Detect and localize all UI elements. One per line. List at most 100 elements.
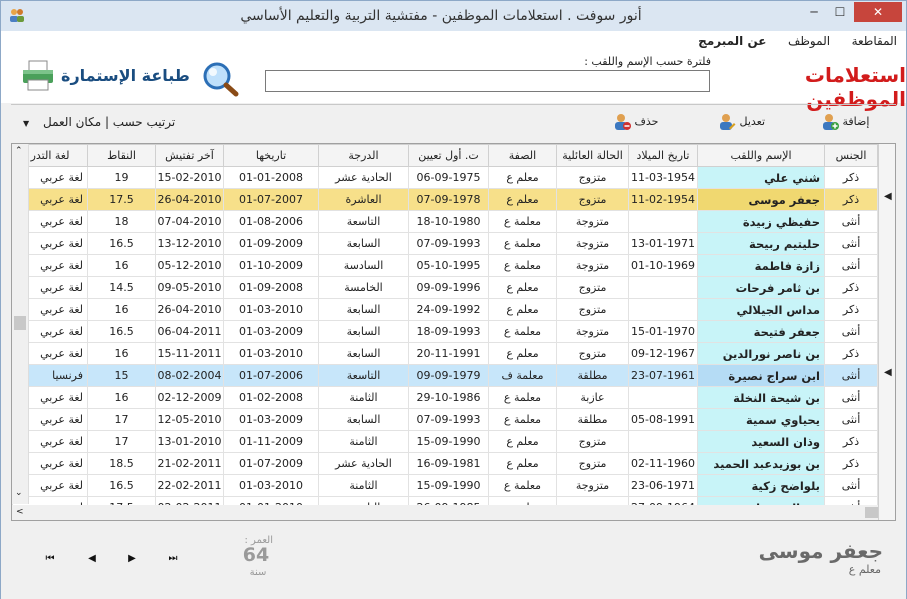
table-cell: معلم ع	[488, 342, 557, 365]
table-cell: معلمة ع	[488, 210, 557, 233]
previous-record-button[interactable]: ◀	[85, 553, 99, 565]
table-row[interactable]: ذكر بن ناصر نورالدين 09-12-1967 متزوج معلم ع…	[12, 342, 878, 365]
edit-button[interactable]: تعديل	[718, 113, 765, 135]
table-cell: التاسعة	[318, 364, 409, 387]
row-header-column: ◀ ◀	[878, 144, 895, 520]
column-header[interactable]: الصفة	[488, 144, 557, 167]
table-cell	[628, 276, 698, 299]
table-cell: 09-09-1996	[408, 276, 489, 299]
table-cell: العاشرة	[318, 188, 409, 211]
table-row[interactable]: أنثى زازة فاطمة 01-10-1969 متزوجة معلمة ع 05-…	[12, 254, 878, 277]
first-record-button[interactable]: ⏮	[43, 553, 57, 565]
table-cell: معلمة ع	[488, 408, 557, 431]
scroll-down-icon: ⌄	[15, 488, 23, 498]
last-icon: ⏭	[168, 553, 178, 564]
column-header[interactable]: الدرجة	[318, 144, 409, 167]
menu-district[interactable]: المقاطعة	[843, 31, 906, 51]
close-button[interactable]: ✕	[854, 2, 902, 22]
add-button[interactable]: إضافة	[821, 113, 869, 135]
table-cell: 18.5	[87, 452, 156, 475]
table-cell: معلم ع	[488, 430, 557, 453]
column-header[interactable]: النقاط	[87, 144, 156, 167]
column-header[interactable]: ت. أول تعيين	[408, 144, 489, 167]
filter-label: فلترة حسب الإسم واللقب :	[584, 55, 711, 68]
table-cell: 07-09-1993	[408, 232, 489, 255]
menu-employee[interactable]: الموظف	[779, 31, 839, 51]
table-cell: 01-03-2010	[223, 342, 319, 365]
table-row[interactable]: أنثى جعفر فتيحة 15-01-1970 متزوجة معلمة ع 18-…	[12, 320, 878, 343]
table-cell: متزوج	[556, 166, 629, 189]
table-row[interactable]: ذكر بن ثامر فرحات متزوج معلم ع 09-09-1996 الخ…	[12, 276, 878, 299]
row-marker-icon: ◀	[884, 367, 892, 378]
table-row[interactable]: أنثى بن شيحة النخلة عازبة معلمة ع 29-10-1986…	[12, 386, 878, 409]
horizontal-scrollbar[interactable]: <	[12, 505, 895, 520]
current-employee-title: معلم ع	[848, 563, 881, 576]
table-cell: 01-08-2006	[223, 210, 319, 233]
print-form-button[interactable]: طباعة الإستمارة	[21, 60, 196, 92]
table-cell: 07-09-1978	[408, 188, 489, 211]
table-cell: أنثى	[824, 474, 878, 497]
table-cell: معلمة ع	[488, 254, 557, 277]
table-row[interactable]: أنثى حليتيم ربيحة 13-01-1971 متزوجة معلمة ع0…	[12, 232, 878, 255]
table-cell: 15	[87, 364, 156, 387]
table-cell: 16	[87, 254, 156, 277]
table-cell: معلم ع	[488, 298, 557, 321]
table-row[interactable]: أنثى حفيظي زبيدة متزوجة معلمة ع 18-10-1980 ال…	[12, 210, 878, 233]
table-cell: معلمة ف	[488, 364, 557, 387]
table-row[interactable]: ذكر بن بوزيدعبد الحميد 02-11-1960 متزوج معلم…	[12, 452, 878, 475]
table-cell: 18	[87, 210, 156, 233]
table-cell: الحادية عشر	[318, 166, 409, 189]
minimize-button[interactable]: ─	[801, 2, 827, 22]
next-record-button[interactable]: ▶	[125, 553, 139, 565]
column-header[interactable]: تاريخ الميلاد	[628, 144, 698, 167]
table-cell: 26-04-2010	[155, 188, 224, 211]
delete-button[interactable]: حذف	[613, 113, 658, 135]
column-header[interactable]: تاريخها	[223, 144, 319, 167]
sort-dropdown[interactable]: ترتيب حسب | مكان العمل ▼	[23, 115, 175, 129]
table-cell: 18-10-1980	[408, 210, 489, 233]
table-row[interactable]: ذكر شني علي 11-03-1954 متزوج معلم ع 06-09-197…	[12, 166, 878, 189]
last-record-button[interactable]: ⏭	[166, 553, 180, 565]
table-cell: 18-09-1993	[408, 320, 489, 343]
table-row[interactable]: ذكر مداس الجيلالي متزوج معلم ع 24-09-1992 الس…	[12, 298, 878, 321]
add-label: إضافة	[842, 115, 870, 128]
table-row[interactable]: ذكر جعفر موسى 11-02-1954 متزوج معلم ع 07-09-1…	[12, 188, 878, 211]
column-header[interactable]: آخر تفتيش	[155, 144, 224, 167]
column-header[interactable]: الحالة العائلية	[556, 144, 629, 167]
table-cell: 01-10-2009	[223, 254, 319, 277]
employees-grid[interactable]: الجنس الإسم واللقب تاريخ الميلاد الحالة …	[11, 143, 896, 521]
table-cell: معلم ع	[488, 188, 557, 211]
table-row[interactable]: ذكر وذان السعيد متزوج معلم ع 15-09-1990 الثام…	[12, 430, 878, 453]
window-title: أنور سوفت . استعلامات الموظفين - مفتشية …	[240, 8, 642, 24]
column-header[interactable]: الجنس	[824, 144, 878, 167]
column-header[interactable]: الإسم واللقب	[697, 144, 825, 167]
vertical-scrollbar[interactable]: ⌃ ⌄	[12, 144, 29, 504]
table-cell: 15-09-1990	[408, 430, 489, 453]
table-cell: معلم ع	[488, 452, 557, 475]
table-cell: الثامنة	[318, 386, 409, 409]
table-cell	[628, 298, 698, 321]
table-cell: 09-09-1979	[408, 364, 489, 387]
menu-about[interactable]: عن المبرمج	[689, 31, 775, 51]
table-row[interactable]: أنثى يحياوي سمية 05-08-1991 مطلقة معلمة ع 07-…	[12, 408, 878, 431]
maximize-button[interactable]: ☐	[827, 2, 853, 22]
scroll-thumb[interactable]	[14, 316, 26, 330]
next-icon: ▶	[128, 553, 136, 564]
table-cell: 07-04-2010	[155, 210, 224, 233]
table-row[interactable]: أنثى ابن سراج نصيرة 23-07-1961 مطلقة معلمة ف…	[12, 364, 878, 387]
search-button[interactable]	[201, 61, 241, 97]
table-cell: متزوجة	[556, 210, 629, 233]
filter-input[interactable]	[265, 70, 710, 92]
table-cell: 06-04-2011	[155, 320, 224, 343]
table-cell: أنثى	[824, 320, 878, 343]
table-cell: 26-04-2010	[155, 298, 224, 321]
table-cell: السابعة	[318, 342, 409, 365]
table-cell: 09-12-1967	[628, 342, 698, 365]
table-cell: 11-03-1954	[628, 166, 698, 189]
table-cell: متزوج	[556, 298, 629, 321]
table-row[interactable]: أنثى بلواضح زكية 23-06-1971 متزوجة معلمة ع 15…	[12, 474, 878, 497]
table-cell: 21-02-2011	[155, 452, 224, 475]
table-cell: 08-02-2004	[155, 364, 224, 387]
table-cell: 16	[87, 386, 156, 409]
table-cell: 05-08-1991	[628, 408, 698, 431]
